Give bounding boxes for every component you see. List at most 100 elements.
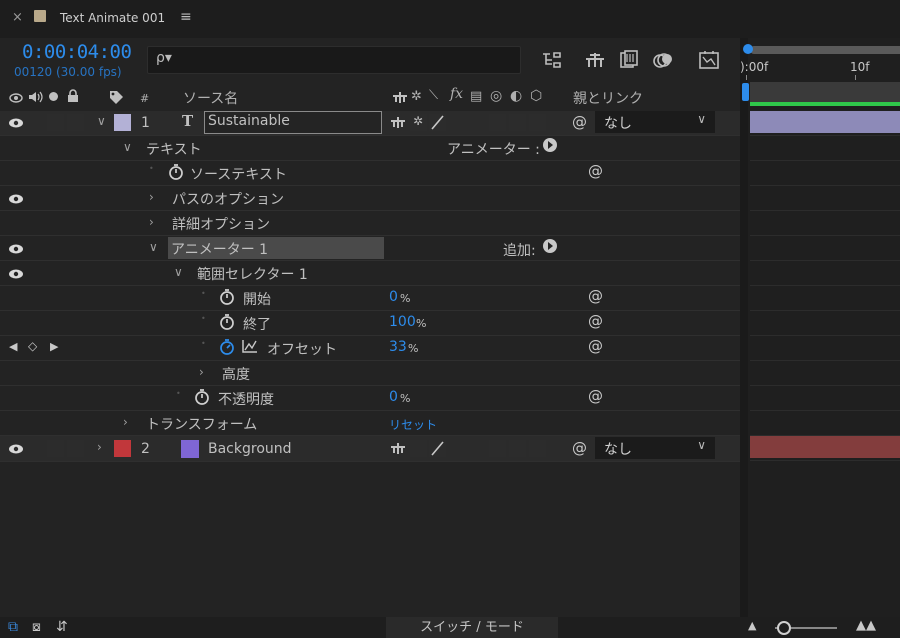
switch-mode-toggle[interactable]: スイッチ / モード <box>386 617 558 638</box>
eye-icon[interactable] <box>8 443 24 459</box>
solo-switch[interactable] <box>67 440 84 457</box>
add-keyframe-icon[interactable]: ◇ <box>28 339 37 353</box>
animator-1-selected[interactable]: アニメーター 1 <box>168 237 384 259</box>
audio-icon[interactable] <box>27 89 43 109</box>
lock-icon[interactable] <box>67 89 79 107</box>
stopwatch-icon[interactable] <box>219 288 235 309</box>
prev-keyframe-icon[interactable]: ◀ <box>9 340 17 353</box>
collapse-switch[interactable] <box>410 440 427 457</box>
collapse-switch[interactable]: ✲ <box>410 114 427 131</box>
work-area-bar[interactable] <box>750 46 900 54</box>
3d-switch[interactable] <box>529 114 546 131</box>
stopwatch-active-icon[interactable] <box>219 338 235 359</box>
adjustment-switch[interactable] <box>509 114 526 131</box>
path-options-label[interactable]: パスのオプション <box>172 189 284 209</box>
close-tab-button[interactable]: × <box>12 10 23 25</box>
search-input[interactable] <box>180 50 514 72</box>
transform-label[interactable]: トランスフォーム <box>146 414 257 434</box>
graph-editor-icon[interactable] <box>697 48 721 72</box>
eye-icon[interactable] <box>8 243 24 259</box>
text-group-label[interactable]: テキスト <box>146 139 202 159</box>
3d-switch[interactable] <box>529 440 546 457</box>
expand-range-selector-caret[interactable]: ∨ <box>174 265 183 279</box>
stopwatch-icon[interactable] <box>194 388 210 409</box>
parent-link-header[interactable]: 親とリンク <box>573 88 643 108</box>
shy-switch-icon[interactable] <box>390 441 406 459</box>
animator-menu-button[interactable] <box>543 138 557 152</box>
expand-path-options-caret[interactable]: › <box>149 190 154 204</box>
reset-link[interactable]: リセット <box>389 416 437 433</box>
graph-icon[interactable] <box>242 339 258 357</box>
layer-switches-toggle-icon[interactable]: ⧉ <box>8 619 18 635</box>
end-value[interactable]: 100 <box>389 314 416 330</box>
eye-icon[interactable] <box>8 268 24 284</box>
pickwhip-icon[interactable]: @ <box>588 337 603 355</box>
solo-switch[interactable] <box>67 114 84 131</box>
frame-blending-icon[interactable] <box>617 48 641 72</box>
pickwhip-icon[interactable]: @ <box>588 312 603 330</box>
pickwhip-icon[interactable]: @ <box>572 113 587 131</box>
panel-menu-icon[interactable]: ≡ <box>180 9 192 25</box>
layer-2-bar[interactable] <box>750 436 900 458</box>
opacity-value[interactable]: 0 <box>389 389 398 405</box>
next-keyframe-icon[interactable]: ▶ <box>50 340 58 353</box>
label-color-swatch[interactable] <box>114 440 131 457</box>
label-tag-icon[interactable] <box>108 89 124 109</box>
in-out-toggle-icon[interactable]: ⇵ <box>56 619 68 635</box>
pickwhip-icon[interactable]: @ <box>588 162 603 180</box>
zoom-out-icon[interactable]: ▲ <box>748 619 756 632</box>
chevron-down-icon: ∨ <box>697 112 706 126</box>
pickwhip-icon[interactable]: @ <box>572 439 587 457</box>
layer-name-field[interactable]: Sustainable <box>204 111 382 134</box>
advanced-label[interactable]: 高度 <box>222 364 250 384</box>
adjustment-switch[interactable] <box>509 440 526 457</box>
work-area-start-handle[interactable] <box>743 44 753 54</box>
layer-1-bar[interactable] <box>750 111 900 133</box>
quality-switch[interactable] <box>429 114 446 131</box>
stopwatch-icon[interactable] <box>168 163 184 184</box>
transfer-controls-toggle-icon[interactable]: ⧇ <box>32 619 41 635</box>
pickwhip-icon[interactable]: @ <box>588 287 603 305</box>
expand-advanced-caret[interactable]: › <box>199 365 204 379</box>
start-value[interactable]: 0 <box>389 289 398 305</box>
expand-layer-1-caret[interactable]: ∨ <box>97 114 106 128</box>
motion-blur-icon[interactable] <box>651 48 675 72</box>
add-menu-button[interactable] <box>543 239 557 253</box>
timeline-panel[interactable]: ):00f 10f <box>740 38 900 618</box>
animator-label: アニメーター : <box>447 142 540 158</box>
parent-dropdown[interactable]: なし ∨ <box>595 437 715 459</box>
source-text-label[interactable]: ソーステキスト <box>190 164 287 184</box>
eye-icon[interactable] <box>8 117 24 133</box>
composition-tab-title[interactable]: Text Animate 001 <box>60 11 165 25</box>
expand-text-caret[interactable]: ∨ <box>123 140 132 154</box>
video-toggle-icon[interactable] <box>9 92 23 108</box>
solo-icon[interactable] <box>49 92 58 101</box>
parent-dropdown[interactable]: なし ∨ <box>595 111 715 133</box>
current-time-indicator[interactable] <box>742 83 749 101</box>
current-timecode[interactable]: 0:00:04:00 <box>22 41 132 63</box>
search-box[interactable]: ρ▾ <box>147 46 521 74</box>
zoom-slider-handle[interactable] <box>777 621 791 635</box>
more-options-label[interactable]: 詳細オプション <box>172 214 270 234</box>
audio-switch[interactable] <box>47 114 64 131</box>
zoom-in-icon[interactable]: ▲▲ <box>856 618 876 633</box>
expand-more-options-caret[interactable]: › <box>149 215 154 229</box>
source-name-header[interactable]: ソース名 <box>183 88 238 108</box>
quality-switch[interactable] <box>429 440 446 457</box>
eye-icon[interactable] <box>8 193 24 209</box>
expand-transform-caret[interactable]: › <box>123 415 128 429</box>
stopwatch-icon[interactable] <box>219 313 235 334</box>
label-color-swatch[interactable] <box>114 114 131 131</box>
layer-name[interactable]: Background <box>208 441 292 457</box>
expand-animator-caret[interactable]: ∨ <box>149 240 158 254</box>
composition-flowchart-icon[interactable] <box>540 48 564 72</box>
range-selector-label[interactable]: 範囲セレクター 1 <box>197 264 308 284</box>
draft-3d-icon[interactable] <box>583 48 607 72</box>
offset-value[interactable]: 33 <box>389 339 407 355</box>
audio-switch[interactable] <box>47 440 64 457</box>
pickwhip-icon[interactable]: @ <box>588 387 603 405</box>
motion-blur-switch[interactable] <box>489 114 506 131</box>
expand-layer-2-caret[interactable]: › <box>97 440 102 454</box>
shy-switch-icon[interactable] <box>390 115 406 133</box>
motion-blur-switch[interactable] <box>489 440 506 457</box>
